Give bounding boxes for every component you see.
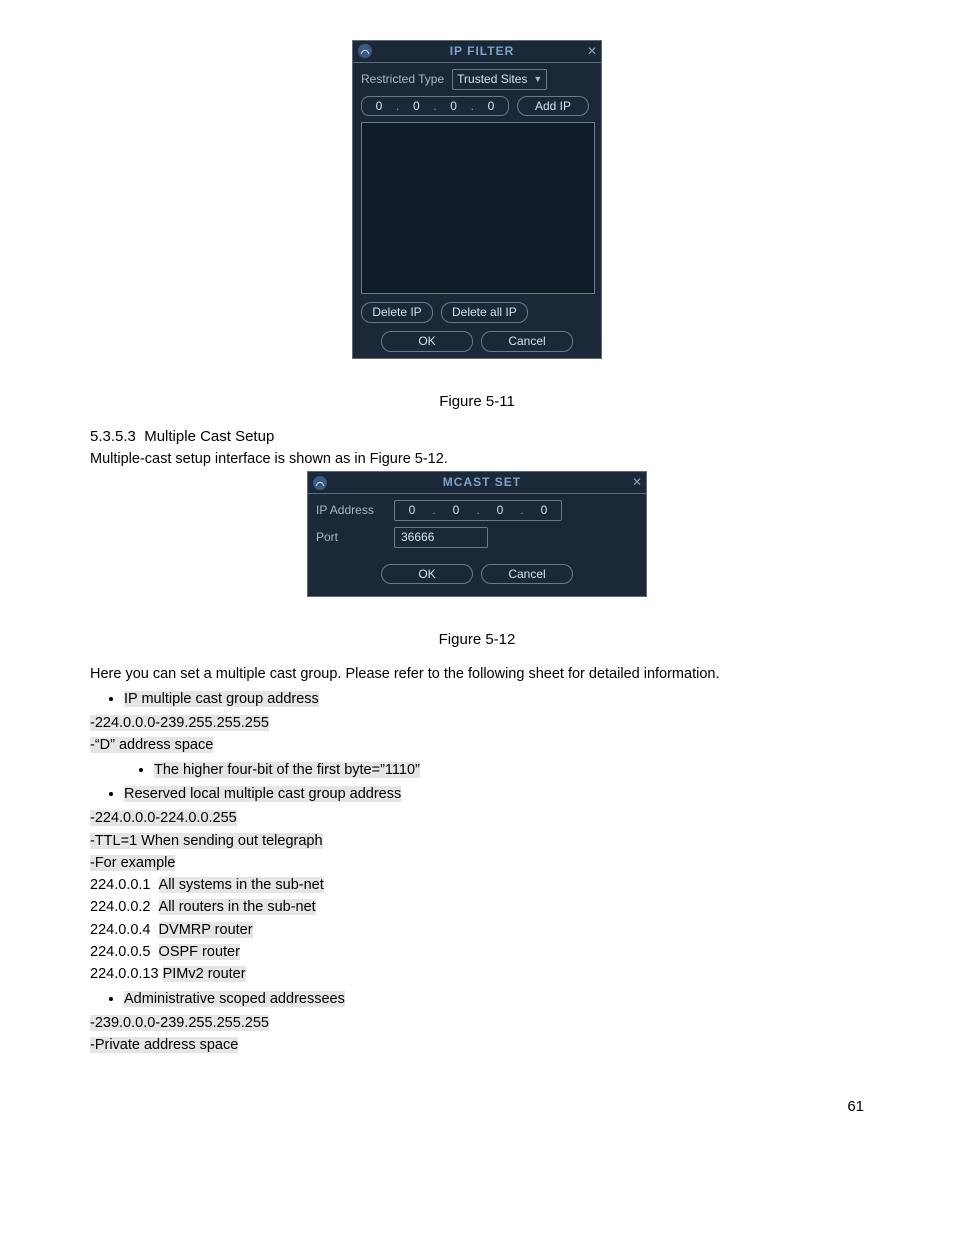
- restricted-type-label: Restricted Type: [361, 71, 444, 88]
- mcast-title: MCAST SET: [332, 474, 632, 491]
- close-icon[interactable]: ✕: [632, 474, 642, 491]
- text-line: 224.0.0.2 All routers in the sub-net: [90, 897, 864, 917]
- section-intro: Multiple-cast setup interface is shown a…: [90, 449, 864, 469]
- page-number: 61: [90, 1096, 864, 1117]
- text-line: -239.0.0.0-239.255.255.255: [90, 1013, 864, 1033]
- delete-all-ip-button[interactable]: Delete all IP: [441, 302, 528, 323]
- text-line: -224.0.0.0-239.255.255.255: [90, 713, 864, 733]
- text-line: 224.0.0.1 All systems in the sub-net: [90, 875, 864, 895]
- text-line: -For example: [90, 853, 864, 873]
- list-item: Administrative scoped addressees: [124, 989, 864, 1009]
- app-icon: [312, 475, 328, 491]
- close-icon[interactable]: ✕: [587, 43, 597, 60]
- port-label: Port: [316, 529, 386, 546]
- text-line: 224.0.0.13 PIMv2 router: [90, 964, 864, 984]
- cancel-button[interactable]: Cancel: [481, 564, 573, 585]
- ip-address-label: IP Address: [316, 502, 386, 519]
- mcast-ip-input[interactable]: 0. 0. 0. 0: [394, 500, 562, 521]
- ip-address-input[interactable]: 0. 0. 0. 0: [361, 96, 509, 117]
- text-line: -Private address space: [90, 1035, 864, 1055]
- mcast-titlebar: MCAST SET ✕: [308, 472, 646, 494]
- cancel-button[interactable]: Cancel: [481, 331, 573, 352]
- ip-filter-dialog: IP FILTER ✕ Restricted Type Trusted Site…: [352, 40, 602, 359]
- figure-5-11-caption: Figure 5-11: [90, 391, 864, 412]
- list-item: Reserved local multiple cast group addre…: [124, 784, 864, 804]
- mcast-set-dialog: MCAST SET ✕ IP Address 0. 0. 0. 0 Port 3…: [307, 471, 647, 597]
- ok-button[interactable]: OK: [381, 564, 473, 585]
- figure-5-12-caption: Figure 5-12: [90, 629, 864, 650]
- list-item: IP multiple cast group address: [124, 689, 864, 709]
- text-line: 224.0.0.4 DVMRP router: [90, 920, 864, 940]
- ip-filter-title: IP FILTER: [377, 43, 587, 60]
- ip-filter-titlebar: IP FILTER ✕: [353, 41, 601, 63]
- add-ip-button[interactable]: Add IP: [517, 96, 589, 117]
- chevron-down-icon: ▼: [533, 73, 542, 86]
- ip-list[interactable]: [361, 122, 595, 294]
- section-heading: 5.3.5.3 Multiple Cast Setup: [90, 426, 864, 447]
- list-item: The higher four-bit of the first byte=”1…: [154, 760, 864, 780]
- port-input[interactable]: 36666: [394, 527, 488, 548]
- text-line: -“D” address space: [90, 735, 864, 755]
- text-line: -TTL=1 When sending out telegraph: [90, 831, 864, 851]
- paragraph: Here you can set a multiple cast group. …: [90, 664, 864, 684]
- delete-ip-button[interactable]: Delete IP: [361, 302, 433, 323]
- restricted-type-combo[interactable]: Trusted Sites ▼: [452, 69, 547, 90]
- text-line: -224.0.0.0-224.0.0.255: [90, 808, 864, 828]
- app-icon: [357, 43, 373, 59]
- ok-button[interactable]: OK: [381, 331, 473, 352]
- restricted-type-value: Trusted Sites: [457, 71, 527, 88]
- text-line: 224.0.0.5 OSPF router: [90, 942, 864, 962]
